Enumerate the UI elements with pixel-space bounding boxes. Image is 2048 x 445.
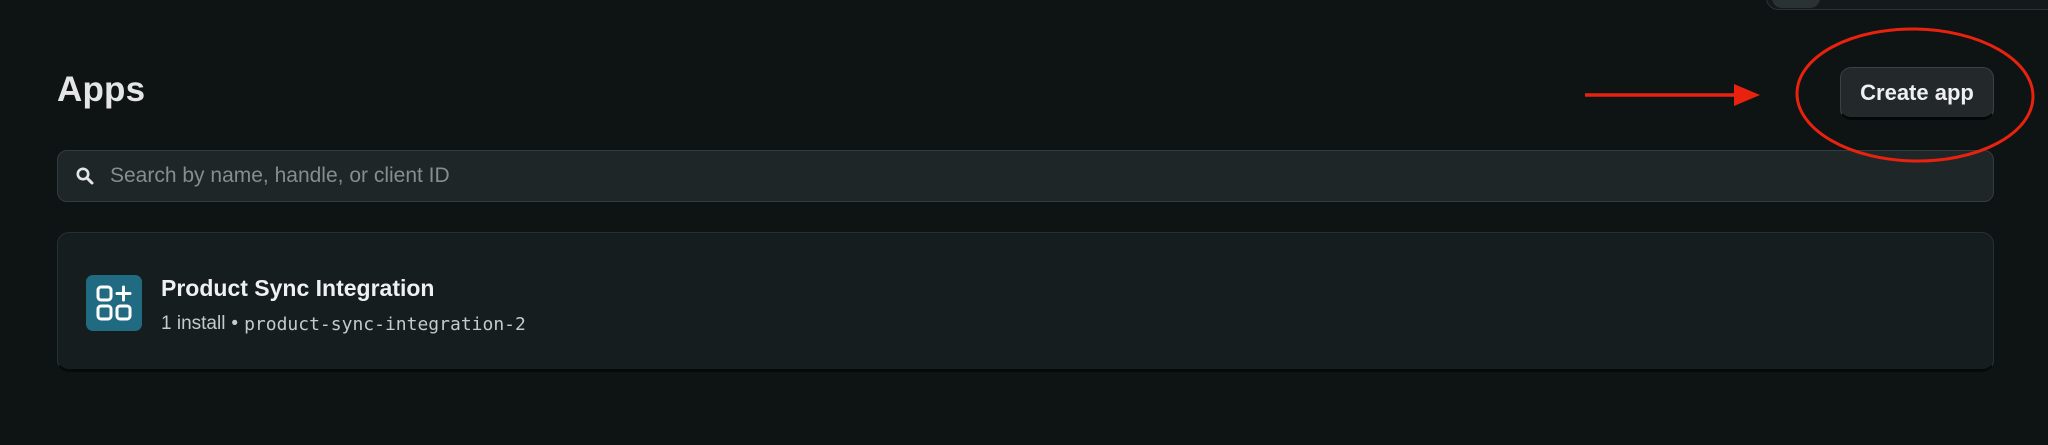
app-name[interactable]: Product Sync Integration <box>161 275 434 302</box>
apps-page: Apps Create app Product Sync Integration… <box>0 0 2048 445</box>
page-title: Apps <box>57 70 146 109</box>
search-bar[interactable] <box>57 150 1994 202</box>
search-icon <box>74 165 96 187</box>
app-handle: product-sync-integration-2 <box>244 313 526 335</box>
search-input[interactable] <box>110 151 1993 201</box>
meta-separator: • <box>231 313 239 334</box>
app-meta: 1 install • product-sync-integration-2 <box>161 313 526 335</box>
app-install-count: 1 install <box>161 313 226 334</box>
annotation-arrow-head <box>1734 84 1760 106</box>
apps-add-icon <box>86 275 142 331</box>
top-tab-item[interactable] <box>1772 0 1820 8</box>
annotation-overlay <box>1585 27 2035 163</box>
app-card[interactable]: Product Sync Integration 1 install • pro… <box>57 232 1994 372</box>
create-app-button[interactable]: Create app <box>1840 67 1994 120</box>
